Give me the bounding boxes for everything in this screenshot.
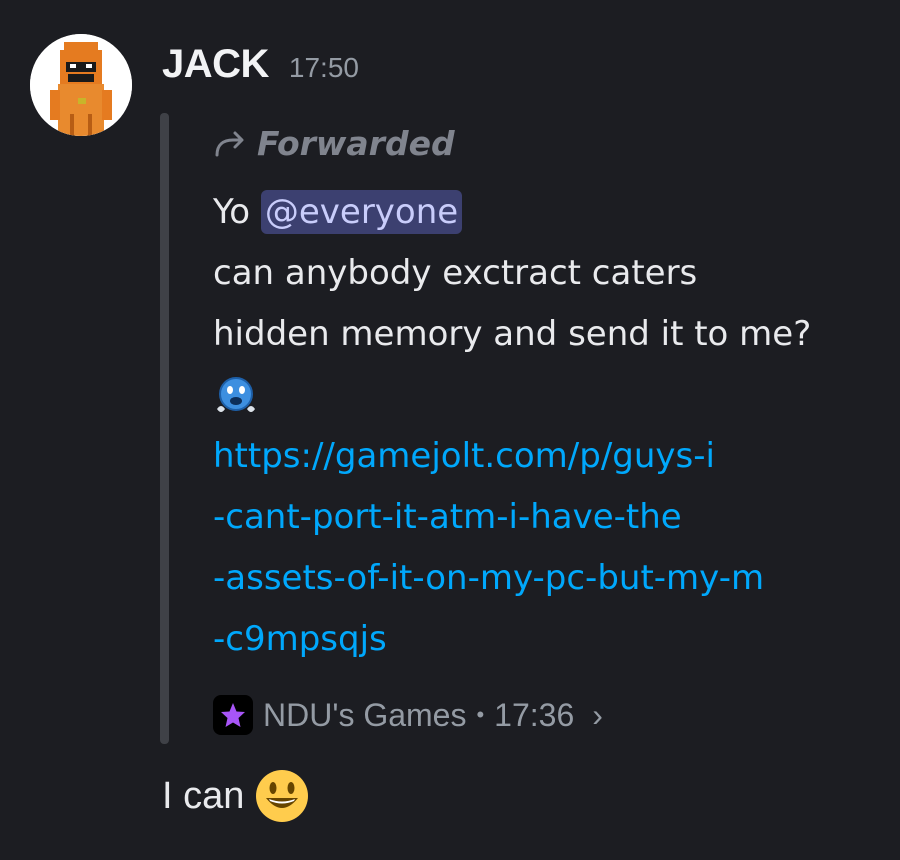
forward-quote-bar bbox=[160, 113, 169, 744]
message-header: JACK 17:50 bbox=[162, 42, 359, 87]
gamejolt-link-line-1[interactable]: https://gamejolt.com/p/guys-i bbox=[213, 426, 873, 487]
source-time: 17:36 bbox=[494, 696, 575, 733]
gamejolt-link-line-2[interactable]: -cant-port-it-atm-i-have-the bbox=[213, 487, 873, 548]
forwarded-text: Forwarded bbox=[257, 124, 455, 163]
emoji-line bbox=[213, 365, 873, 426]
pixel-character-avatar-icon bbox=[30, 34, 132, 136]
source-server-name: NDU's Games bbox=[263, 696, 467, 733]
crying-face-emoji-icon bbox=[217, 376, 255, 412]
reply-message: I can bbox=[162, 768, 310, 824]
reply-text: I can bbox=[162, 774, 245, 817]
gamejolt-link-line-3[interactable]: -assets-of-it-on-my-pc-but-my-m bbox=[213, 548, 873, 609]
avatar[interactable] bbox=[30, 34, 132, 136]
forward-source[interactable]: NDU's Games • 17:36 › bbox=[213, 695, 603, 735]
forward-arrow-icon bbox=[215, 131, 244, 156]
star-icon bbox=[213, 695, 253, 735]
message-line: Yo @everyone bbox=[213, 182, 873, 243]
source-separator: • bbox=[476, 702, 485, 727]
timestamp[interactable]: 17:50 bbox=[289, 52, 359, 84]
message-line: can anybody exctract caters bbox=[213, 253, 698, 293]
greeting-text: Yo bbox=[213, 192, 251, 232]
username[interactable]: JACK bbox=[162, 42, 269, 87]
message-line: hidden memory and send it to me? bbox=[213, 314, 812, 354]
forwarded-message-body: Yo @everyone can anybody exctract caters… bbox=[213, 182, 873, 670]
chevron-right-icon: › bbox=[592, 696, 603, 733]
forwarded-label: Forwarded bbox=[213, 124, 455, 163]
gamejolt-link-line-4[interactable]: -c9mpsqjs bbox=[213, 609, 873, 670]
chat-message: JACK 17:50 Forwarded Yo @everyone can an… bbox=[0, 0, 900, 860]
everyone-mention[interactable]: @everyone bbox=[260, 190, 463, 234]
smiley-emoji-icon bbox=[256, 770, 309, 822]
